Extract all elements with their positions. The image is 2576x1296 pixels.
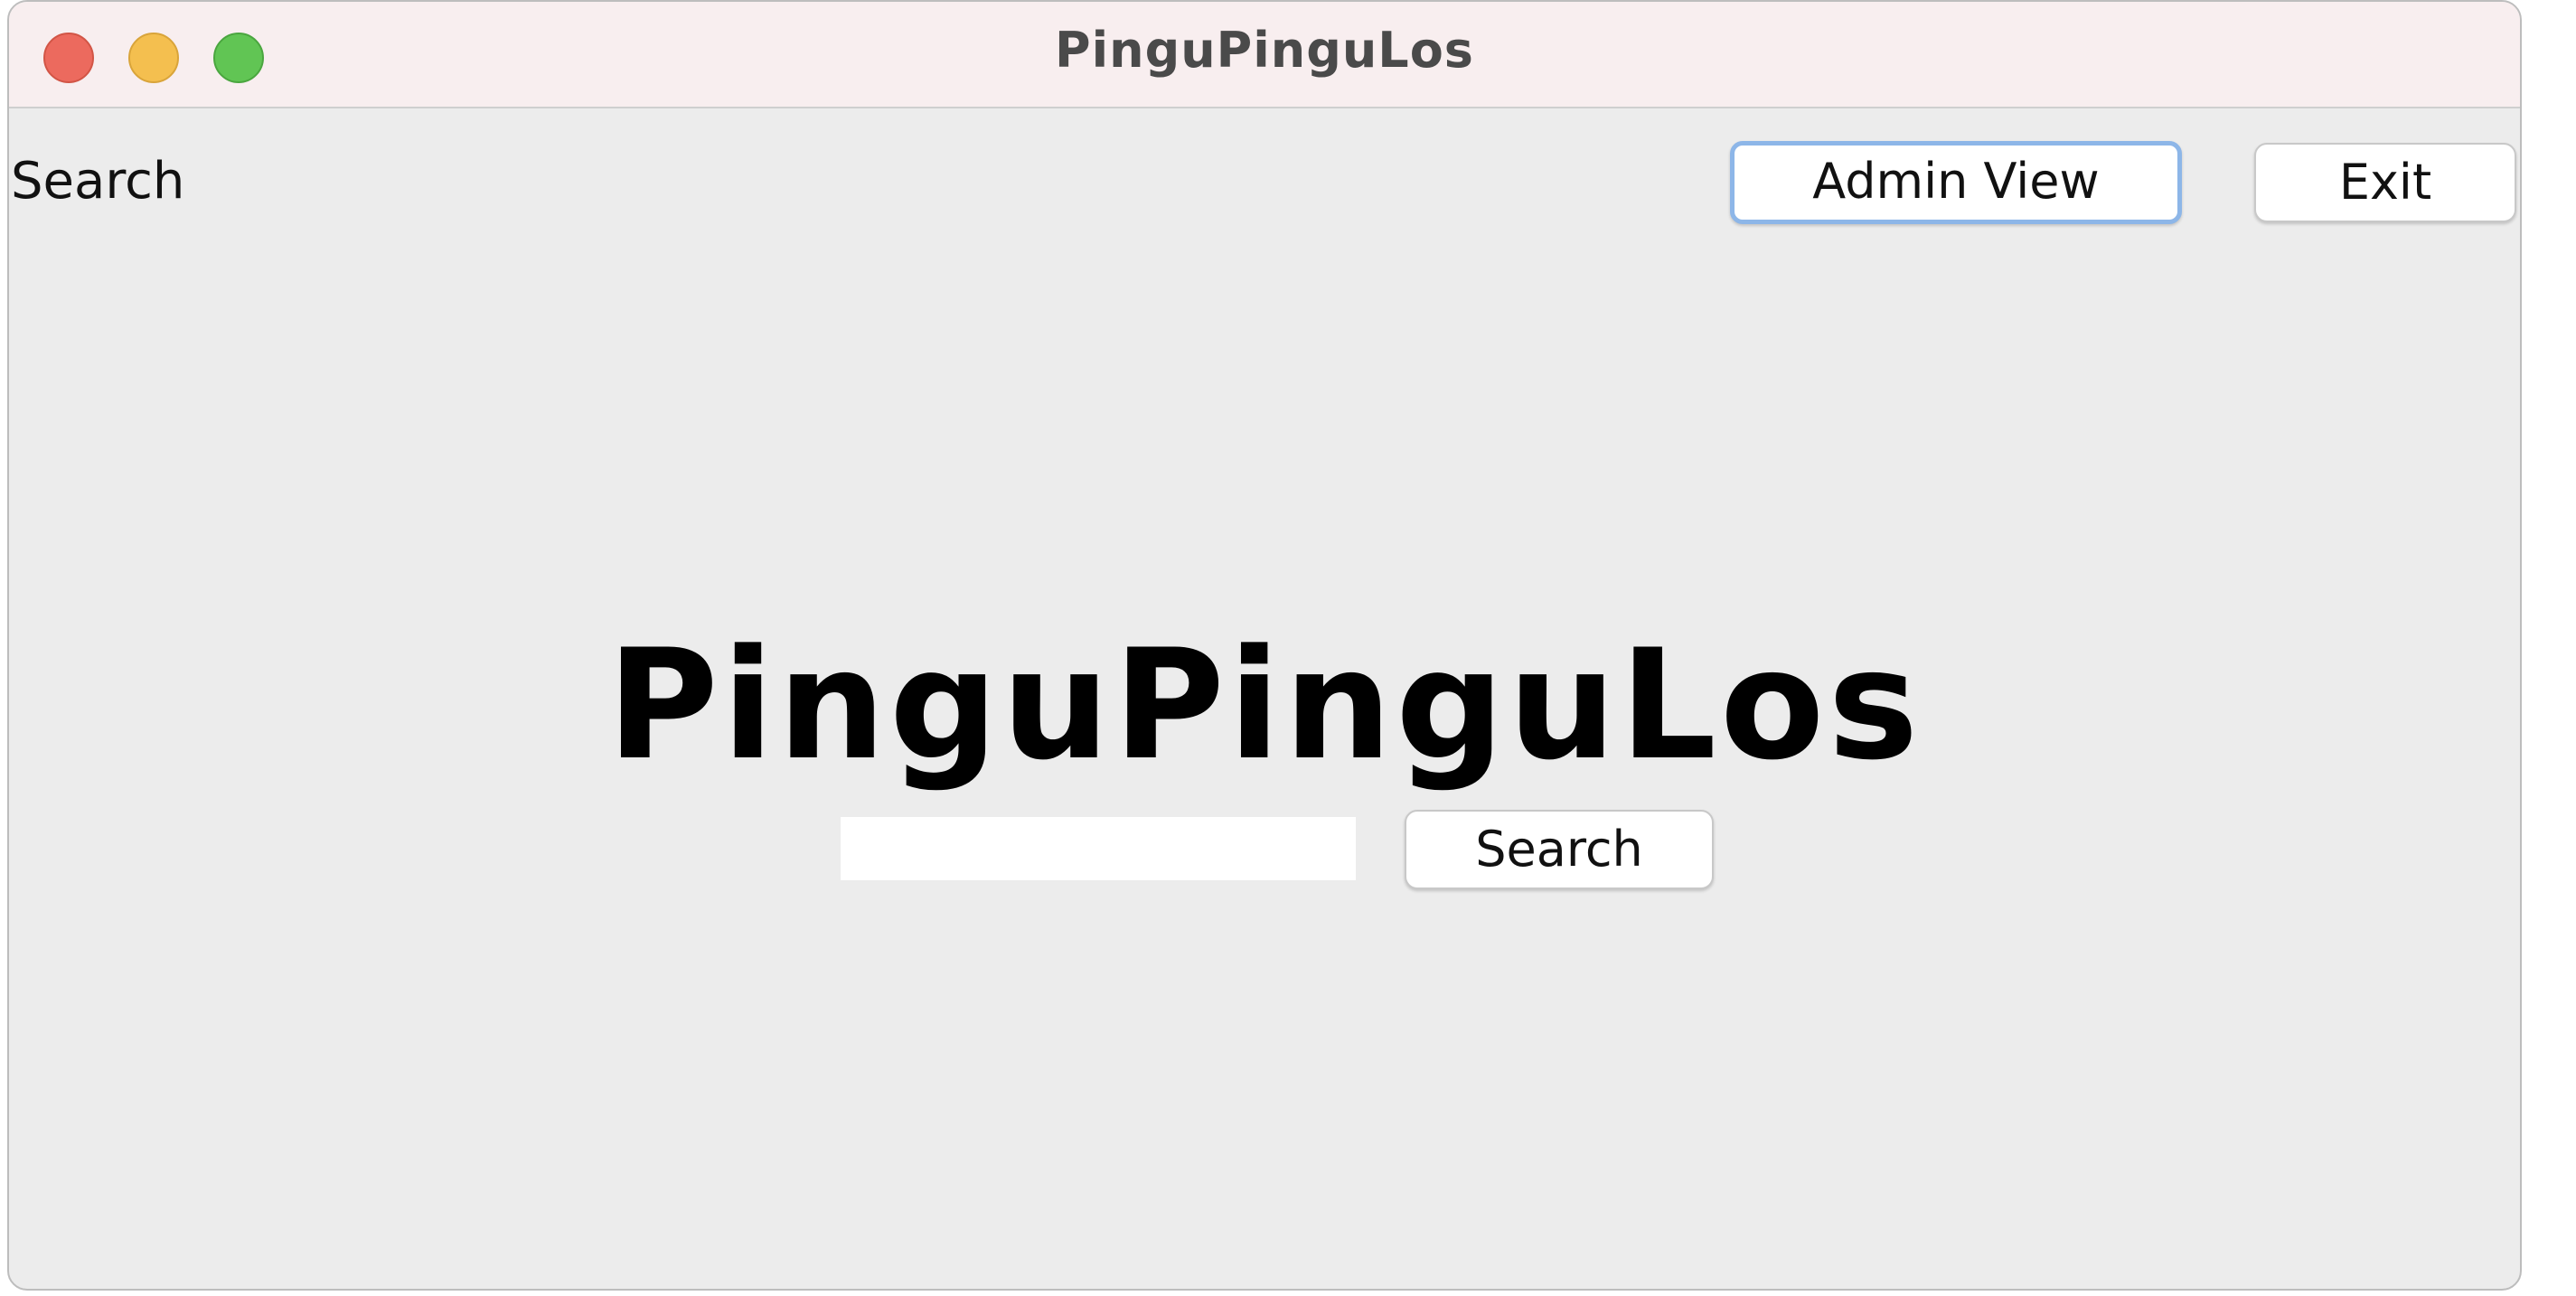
search-button[interactable]: Search	[1405, 810, 1714, 889]
window-title: PinguPinguLos	[1055, 22, 1474, 79]
search-input[interactable]	[841, 817, 1356, 880]
app-title: PinguPinguLos	[606, 616, 1923, 794]
app-window: PinguPinguLos Search Admin View Exit Pin…	[7, 0, 2522, 1291]
title-bar: PinguPinguLos	[9, 2, 2520, 108]
exit-button[interactable]: Exit	[2254, 143, 2516, 222]
admin-view-button[interactable]: Admin View	[1730, 141, 2182, 224]
view-label: Search	[11, 152, 185, 211]
